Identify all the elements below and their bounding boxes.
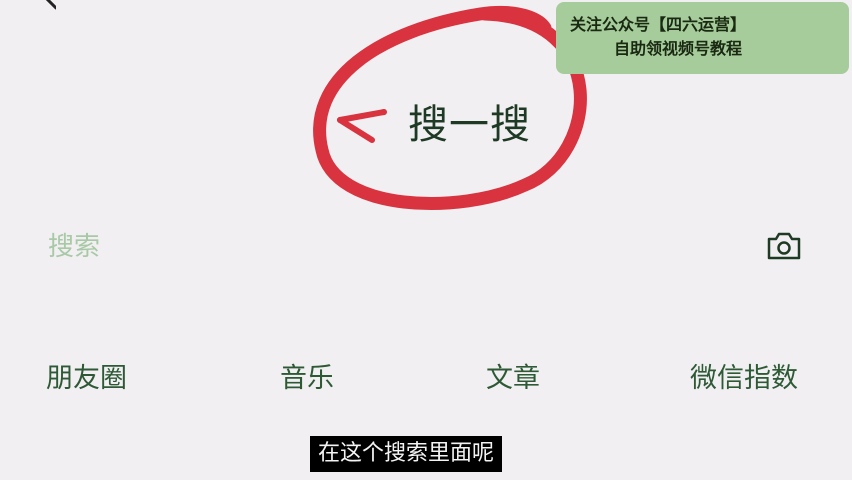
promo-banner: 关注公众号【四六运营】 自助领视频号教程 (556, 2, 849, 74)
back-arrow-icon[interactable] (30, 0, 56, 20)
camera-icon[interactable] (766, 230, 802, 262)
search-input[interactable] (48, 228, 728, 266)
category-articles[interactable]: 文章 (486, 356, 540, 395)
category-music[interactable]: 音乐 (280, 356, 334, 395)
search-bar (0, 222, 852, 272)
promo-line-2: 自助领视频号教程 (614, 39, 743, 58)
video-subtitle: 在这个搜索里面呢 (310, 436, 503, 472)
page-title: 搜一搜 (408, 102, 531, 148)
category-wechat-index[interactable]: 微信指数 (690, 356, 798, 395)
promo-line-1: 关注公众号【四六运营】 (570, 15, 747, 34)
search-screen: 搜一搜 关注公众号【四六运营】 自助领视频号教程 朋友圈 音乐 文章 微信指数 … (0, 0, 852, 480)
search-categories: 朋友圈 音乐 文章 微信指数 (0, 356, 852, 406)
category-moments[interactable]: 朋友圈 (46, 356, 127, 395)
